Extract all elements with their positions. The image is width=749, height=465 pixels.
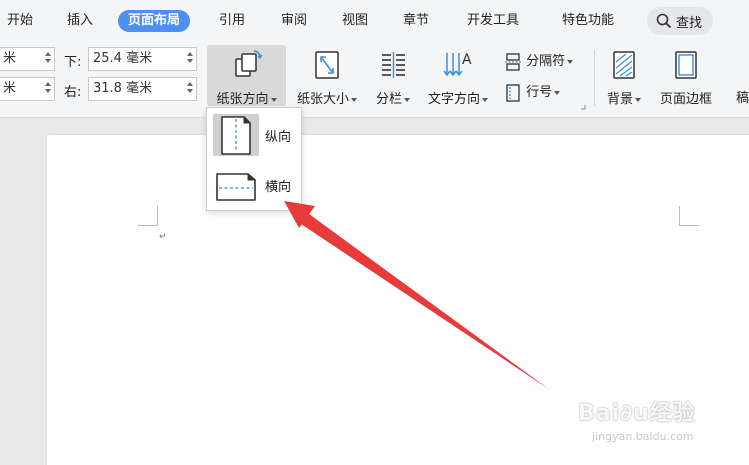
watermark-url: jingyan.baidu.com xyxy=(592,430,694,443)
arrow-shaft xyxy=(301,214,550,390)
watermark-brand: Bai∂u经验 xyxy=(578,401,696,426)
